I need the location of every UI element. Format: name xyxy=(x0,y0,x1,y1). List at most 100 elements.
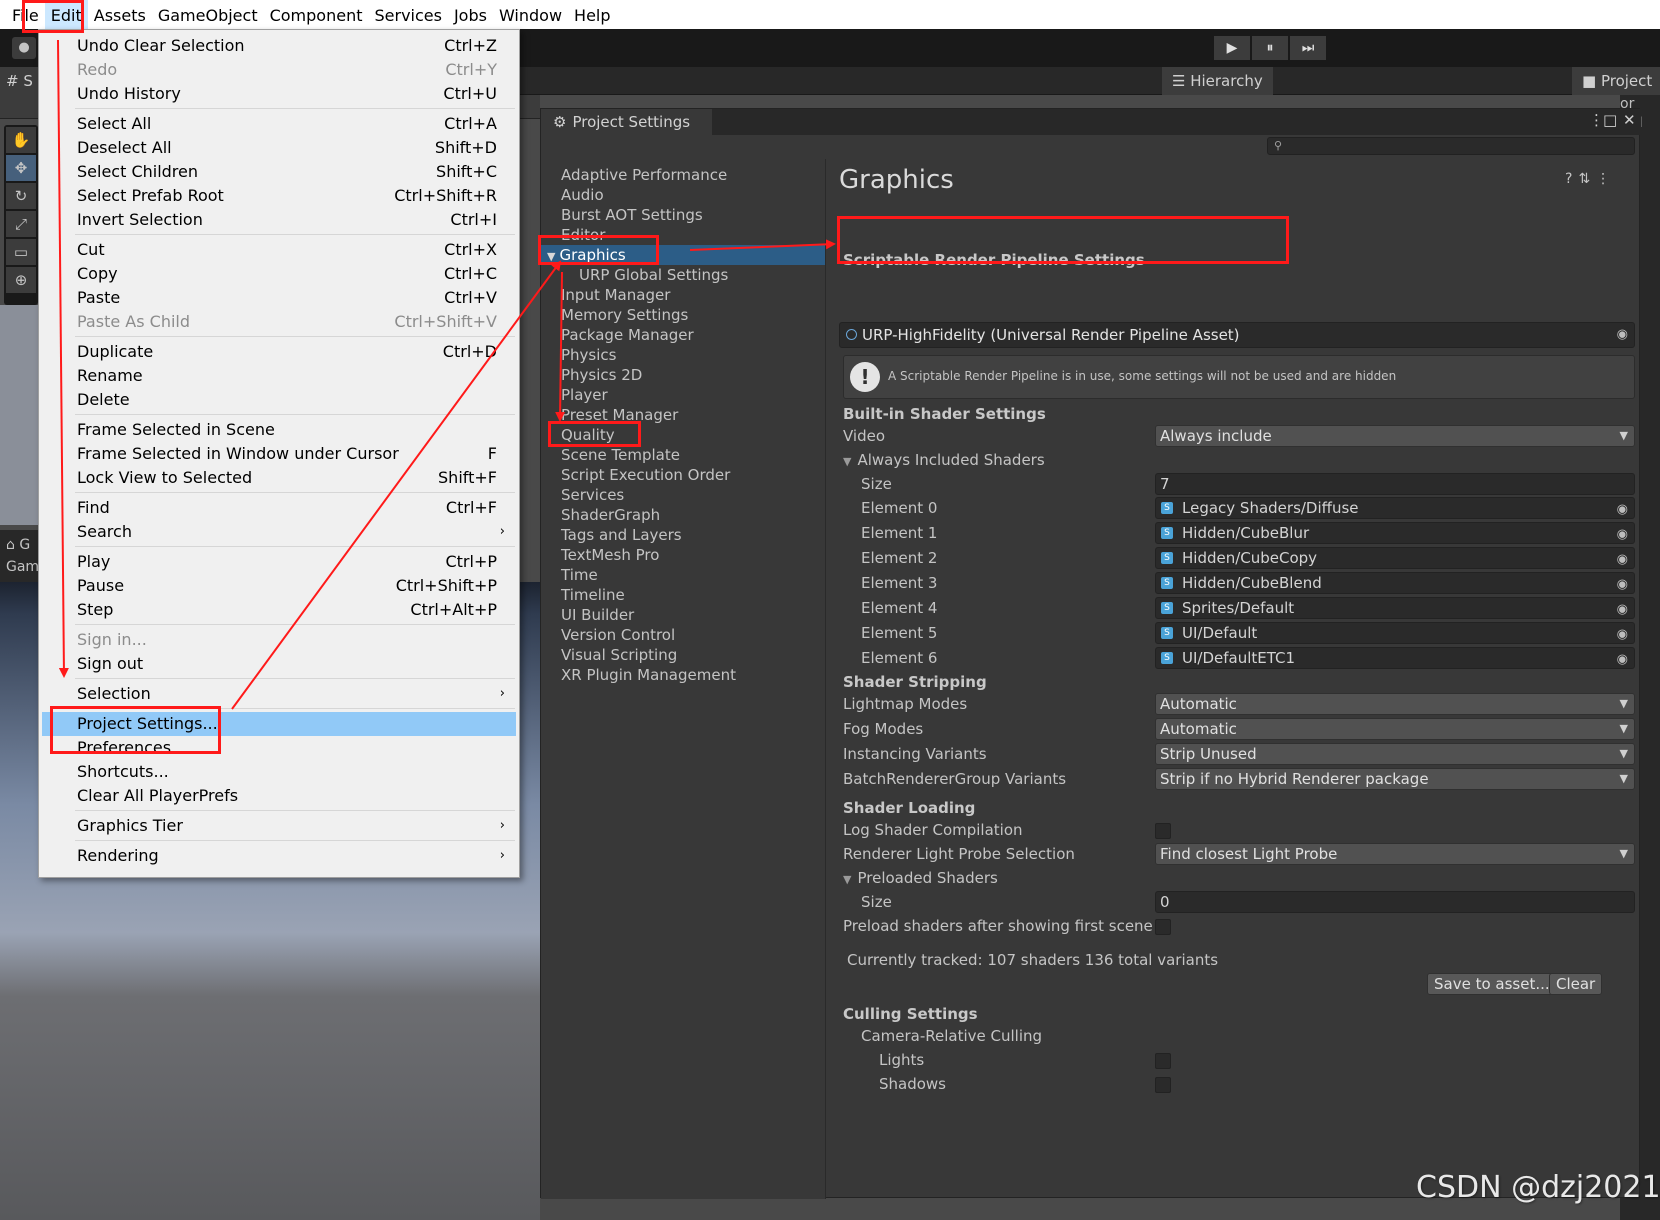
menu-item-rename[interactable]: Rename xyxy=(39,364,519,388)
help-icon[interactable]: ? xyxy=(1565,171,1578,187)
nav-item-urp-global-settings[interactable]: URP Global Settings xyxy=(541,265,825,285)
shader-element-field[interactable]: S Legacy Shaders/Diffuse ◉ xyxy=(1155,497,1635,519)
tab-project-settings[interactable]: ⚙ Project Settings xyxy=(541,109,713,135)
menu-item-redo[interactable]: Redo Ctrl+Y xyxy=(39,58,519,82)
transform-tool-icon[interactable]: ⊕ xyxy=(6,267,36,293)
step-button[interactable]: ⏭ xyxy=(1290,36,1326,60)
more-options-icon[interactable]: ⋮ xyxy=(1589,111,1604,129)
play-button[interactable]: ▶ xyxy=(1214,36,1250,60)
preset-icon[interactable]: ⇅ xyxy=(1578,171,1596,187)
stripping-dropdown-fog-modes[interactable]: Automatic ▼ xyxy=(1155,718,1635,740)
menu-item-step[interactable]: Step Ctrl+Alt+P xyxy=(39,598,519,622)
preload-after-checkbox[interactable] xyxy=(1155,919,1171,935)
light-probe-dropdown[interactable]: Find closest Light Probe ▼ xyxy=(1155,843,1635,865)
menu-item-graphics-tier[interactable]: Graphics Tier › xyxy=(39,814,519,838)
menu-item-duplicate[interactable]: Duplicate Ctrl+D xyxy=(39,340,519,364)
shadows-checkbox[interactable] xyxy=(1155,1077,1171,1093)
menu-item-lock-view-to-selected[interactable]: Lock View to Selected Shift+F xyxy=(39,466,519,490)
menu-item-selection[interactable]: Selection › xyxy=(39,682,519,706)
tab-hierarchy[interactable]: ☰ Hierarchy xyxy=(1162,67,1273,95)
size-field[interactable]: 7 xyxy=(1155,473,1635,495)
nav-item-physics[interactable]: Physics xyxy=(541,345,825,365)
rect-tool-icon[interactable]: ▭ xyxy=(6,239,36,265)
shader-element-field[interactable]: S Sprites/Default ◉ xyxy=(1155,597,1635,619)
stripping-dropdown-instancing-variants[interactable]: Strip Unused ▼ xyxy=(1155,743,1635,765)
nav-item-package-manager[interactable]: Package Manager xyxy=(541,325,825,345)
menu-item-undo-history[interactable]: Undo History Ctrl+U xyxy=(39,82,519,106)
menu-item-shortcuts[interactable]: Shortcuts... xyxy=(39,760,519,784)
shader-element-field[interactable]: S Hidden/CubeBlur ◉ xyxy=(1155,522,1635,544)
object-picker-icon[interactable]: ◉ xyxy=(1617,525,1628,543)
menu-item-select-prefab-root[interactable]: Select Prefab Root Ctrl+Shift+R xyxy=(39,184,519,208)
move-tool-icon[interactable]: ✥ xyxy=(6,155,36,181)
nav-item-ui-builder[interactable]: UI Builder xyxy=(541,605,825,625)
menu-item-frame-selected-in-window-under-cursor[interactable]: Frame Selected in Window under Cursor F xyxy=(39,442,519,466)
nav-item-script-execution-order[interactable]: Script Execution Order xyxy=(541,465,825,485)
scene-view[interactable] xyxy=(0,305,40,525)
nav-item-version-control[interactable]: Version Control xyxy=(541,625,825,645)
nav-item-tags-and-layers[interactable]: Tags and Layers xyxy=(541,525,825,545)
menu-item-find[interactable]: Find Ctrl+F xyxy=(39,496,519,520)
object-picker-icon[interactable]: ◉ xyxy=(1617,323,1628,347)
nav-item-scene-template[interactable]: Scene Template xyxy=(541,445,825,465)
nav-item-timeline[interactable]: Timeline xyxy=(541,585,825,605)
menu-item-select-children[interactable]: Select Children Shift+C xyxy=(39,160,519,184)
preloaded-foldout[interactable]: ▼ Preloaded Shaders xyxy=(843,869,998,887)
shader-element-field[interactable]: S UI/DefaultETC1 ◉ xyxy=(1155,647,1635,669)
menu-assets[interactable]: Assets xyxy=(88,0,152,29)
tab-scene[interactable]: # S xyxy=(0,67,40,95)
menu-gameobject[interactable]: GameObject xyxy=(152,0,264,29)
menu-item-sign-in[interactable]: Sign in... xyxy=(39,628,519,652)
menu-item-undo-clear-selection[interactable]: Undo Clear Selection Ctrl+Z xyxy=(39,34,519,58)
menu-item-paste[interactable]: Paste Ctrl+V xyxy=(39,286,519,310)
tab-project[interactable]: ■ Project xyxy=(1572,67,1660,95)
menu-item-copy[interactable]: Copy Ctrl+C xyxy=(39,262,519,286)
nav-item-audio[interactable]: Audio xyxy=(541,185,825,205)
nav-item-visual-scripting[interactable]: Visual Scripting xyxy=(541,645,825,665)
lights-checkbox[interactable] xyxy=(1155,1053,1171,1069)
menu-item-frame-selected-in-scene[interactable]: Frame Selected in Scene xyxy=(39,418,519,442)
stripping-dropdown-batchrenderergroup-variants[interactable]: Strip if no Hybrid Renderer package ▼ xyxy=(1155,768,1635,790)
menu-item-clear-all-playerprefs[interactable]: Clear All PlayerPrefs xyxy=(39,784,519,808)
more-icon[interactable]: ⋮ xyxy=(1596,171,1616,187)
object-picker-icon[interactable]: ◉ xyxy=(1617,575,1628,593)
nav-item-time[interactable]: Time xyxy=(541,565,825,585)
menu-window[interactable]: Window xyxy=(493,0,568,29)
menu-help[interactable]: Help xyxy=(568,0,616,29)
object-picker-icon[interactable]: ◉ xyxy=(1617,500,1628,518)
menu-item-pause[interactable]: Pause Ctrl+Shift+P xyxy=(39,574,519,598)
object-picker-icon[interactable]: ◉ xyxy=(1617,625,1628,643)
nav-item-input-manager[interactable]: Input Manager xyxy=(541,285,825,305)
shader-element-field[interactable]: S UI/Default ◉ xyxy=(1155,622,1635,644)
maximize-icon[interactable]: □ xyxy=(1603,111,1617,129)
menu-item-cut[interactable]: Cut Ctrl+X xyxy=(39,238,519,262)
menu-item-delete[interactable]: Delete xyxy=(39,388,519,412)
object-picker-icon[interactable]: ◉ xyxy=(1617,550,1628,568)
nav-item-adaptive-performance[interactable]: Adaptive Performance xyxy=(541,165,825,185)
preloaded-size-field[interactable]: 0 xyxy=(1155,891,1635,913)
menu-item-rendering[interactable]: Rendering › xyxy=(39,844,519,868)
menu-item-play[interactable]: Play Ctrl+P xyxy=(39,550,519,574)
shader-element-field[interactable]: S Hidden/CubeBlend ◉ xyxy=(1155,572,1635,594)
pause-button[interactable]: ⏸ xyxy=(1252,36,1288,60)
nav-item-xr-plugin-management[interactable]: XR Plugin Management xyxy=(541,665,825,685)
nav-item-services[interactable]: Services xyxy=(541,485,825,505)
video-dropdown[interactable]: Always include ▼ xyxy=(1155,425,1635,447)
menu-item-search[interactable]: Search › xyxy=(39,520,519,544)
menu-item-invert-selection[interactable]: Invert Selection Ctrl+I xyxy=(39,208,519,232)
account-icon[interactable]: ● xyxy=(12,37,36,59)
close-icon[interactable]: ✕ xyxy=(1623,111,1636,129)
shader-element-field[interactable]: S Hidden/CubeCopy ◉ xyxy=(1155,547,1635,569)
scale-tool-icon[interactable]: ⤢ xyxy=(6,211,36,237)
srp-asset-field[interactable]: URP-HighFidelity (Universal Render Pipel… xyxy=(839,322,1635,348)
menu-services[interactable]: Services xyxy=(368,0,447,29)
clear-button[interactable]: Clear xyxy=(1549,973,1603,995)
menu-item-sign-out[interactable]: Sign out xyxy=(39,652,519,676)
menu-item-deselect-all[interactable]: Deselect All Shift+D xyxy=(39,136,519,160)
log-compilation-checkbox[interactable] xyxy=(1155,823,1171,839)
tab-game[interactable]: ⌂ G Gam xyxy=(0,530,40,582)
nav-item-memory-settings[interactable]: Memory Settings xyxy=(541,305,825,325)
always-included-foldout[interactable]: ▼ Always Included Shaders xyxy=(843,451,1045,469)
nav-item-shadergraph[interactable]: ShaderGraph xyxy=(541,505,825,525)
menu-item-paste-as-child[interactable]: Paste As Child Ctrl+Shift+V xyxy=(39,310,519,334)
